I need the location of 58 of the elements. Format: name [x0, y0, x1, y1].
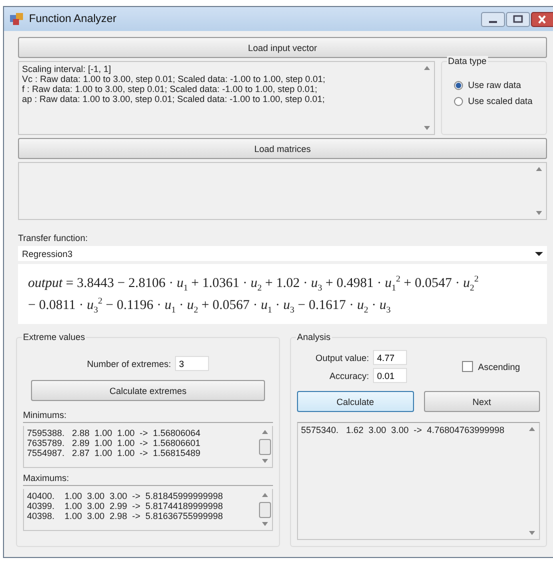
- scroll-down-icon[interactable]: [262, 459, 268, 463]
- window-title: Function Analyzer: [29, 13, 118, 25]
- accuracy-field[interactable]: 0.01: [373, 368, 407, 383]
- ascending-checkbox[interactable]: Ascending: [462, 361, 520, 372]
- scroll-thumb[interactable]: [259, 502, 271, 518]
- calculate-button[interactable]: Calculate: [297, 391, 414, 412]
- results-list[interactable]: 5575340. 1.62 3.00 3.00 -> 4.76804763999998: [297, 422, 540, 540]
- list-line: 40399. 1.00 3.00 2.99 -> 5.81744189999998: [27, 501, 224, 511]
- scroll-down-icon[interactable]: [262, 522, 268, 526]
- field-label: Transfer function:: [18, 233, 89, 243]
- radio-icon[interactable]: [454, 80, 463, 90]
- group-title: Data type: [447, 56, 488, 66]
- minimize-icon[interactable]: [481, 12, 505, 26]
- scroll-up-icon[interactable]: [529, 427, 535, 431]
- caret-icon: [535, 252, 543, 256]
- field-label: Output value:: [315, 352, 369, 362]
- list-line: 7635789. 2.89 1.00 1.00 -> 1.56806601: [27, 438, 202, 448]
- scroll-down-icon[interactable]: [529, 531, 535, 535]
- scroll-up-icon[interactable]: [536, 167, 542, 171]
- maximize-icon[interactable]: [506, 12, 530, 26]
- list-line: 7595388. 2.88 1.00 1.00 -> 1.56806064: [27, 428, 202, 438]
- scroll-up-icon[interactable]: [262, 493, 268, 497]
- load-input-button[interactable]: Load input vector: [18, 37, 547, 58]
- minimums-list[interactable]: 7595388. 2.88 1.00 1.00 -> 1.56806064 7635789. 2.89 1.00 1.00 -> 1.56806601 7554987. 2.87 1.00 1.00 -> 1.56815489: [23, 426, 273, 468]
- radio-option[interactable]: Use scaled data: [454, 96, 540, 106]
- list-line: 5575340. 1.62 3.00 3.00 -> 4.76804763999998: [301, 425, 506, 435]
- next-button[interactable]: Next: [424, 391, 540, 412]
- checkbox-icon[interactable]: [462, 361, 473, 372]
- info-line: f : Raw data: 1.00 to 3.00, step 0.01; Scaled data: -1.00 to 1.00, step 0.01;: [22, 84, 318, 94]
- list-line: 40400. 1.00 3.00 3.00 -> 5.81845999999998: [27, 491, 224, 501]
- info-line: Vc : Raw data: 1.00 to 3.00, step 0.01; Scaled data: -1.00 to 1.00, step 0.01;: [22, 74, 326, 84]
- formula-line: − 0.0811 · u$_{3}$$^{2}$ − 0.1196 · u$_{1}$ · u$_{2}$ + 0.0567 · u$_{1}$ · u$_{3}$ − 0.1617 · u$_{2}$ · u$_{3}$: [28, 295, 392, 315]
- radio-option[interactable]: Use raw data: [454, 80, 540, 90]
- field-label: Accuracy:: [329, 370, 369, 380]
- scroll-up-icon[interactable]: [424, 66, 430, 70]
- list-label: Maximums:: [23, 473, 273, 486]
- app-icon: [10, 13, 24, 25]
- radio-icon[interactable]: [454, 96, 463, 106]
- list-label: Minimums:: [23, 410, 273, 423]
- calculate-extremes-button[interactable]: Calculate extremes: [31, 380, 265, 401]
- list-line: 40398. 1.00 3.00 2.98 -> 5.81636755999998: [27, 511, 224, 521]
- info-text-area[interactable]: [18, 61, 435, 135]
- transfer-function-dropdown[interactable]: Regression3: [18, 246, 547, 261]
- maximums-list[interactable]: 40400. 1.00 3.00 3.00 -> 5.81845999999998 40399. 1.00 3.00 2.99 -> 5.81744189999998 40398. 1.00 3.00 2.98 -> 5.81636755999998: [23, 489, 273, 531]
- load-matrices-button[interactable]: Load matrices: [18, 138, 547, 159]
- output-value-field[interactable]: 4.77: [373, 350, 407, 365]
- info-line: Scaling interval: [-1, 1]: [22, 64, 112, 74]
- scroll-down-icon[interactable]: [536, 211, 542, 215]
- list-line: 7554987. 2.87 1.00 1.00 -> 1.56815489: [27, 448, 202, 458]
- scroll-down-icon[interactable]: [424, 126, 430, 130]
- info-line: ap : Raw data: 1.00 to 3.00, step 0.01; Scaled data: -1.00 to 1.00, step 0.01;: [22, 94, 326, 104]
- close-icon[interactable]: [531, 12, 553, 26]
- scroll-up-icon[interactable]: [262, 430, 268, 434]
- extremes-count-field[interactable]: 3: [175, 356, 210, 371]
- scroll-thumb[interactable]: [259, 438, 271, 454]
- group-title: Analysis: [296, 332, 332, 342]
- field-label: Number of extremes:: [86, 358, 172, 368]
- group-title: Extreme values: [22, 332, 86, 342]
